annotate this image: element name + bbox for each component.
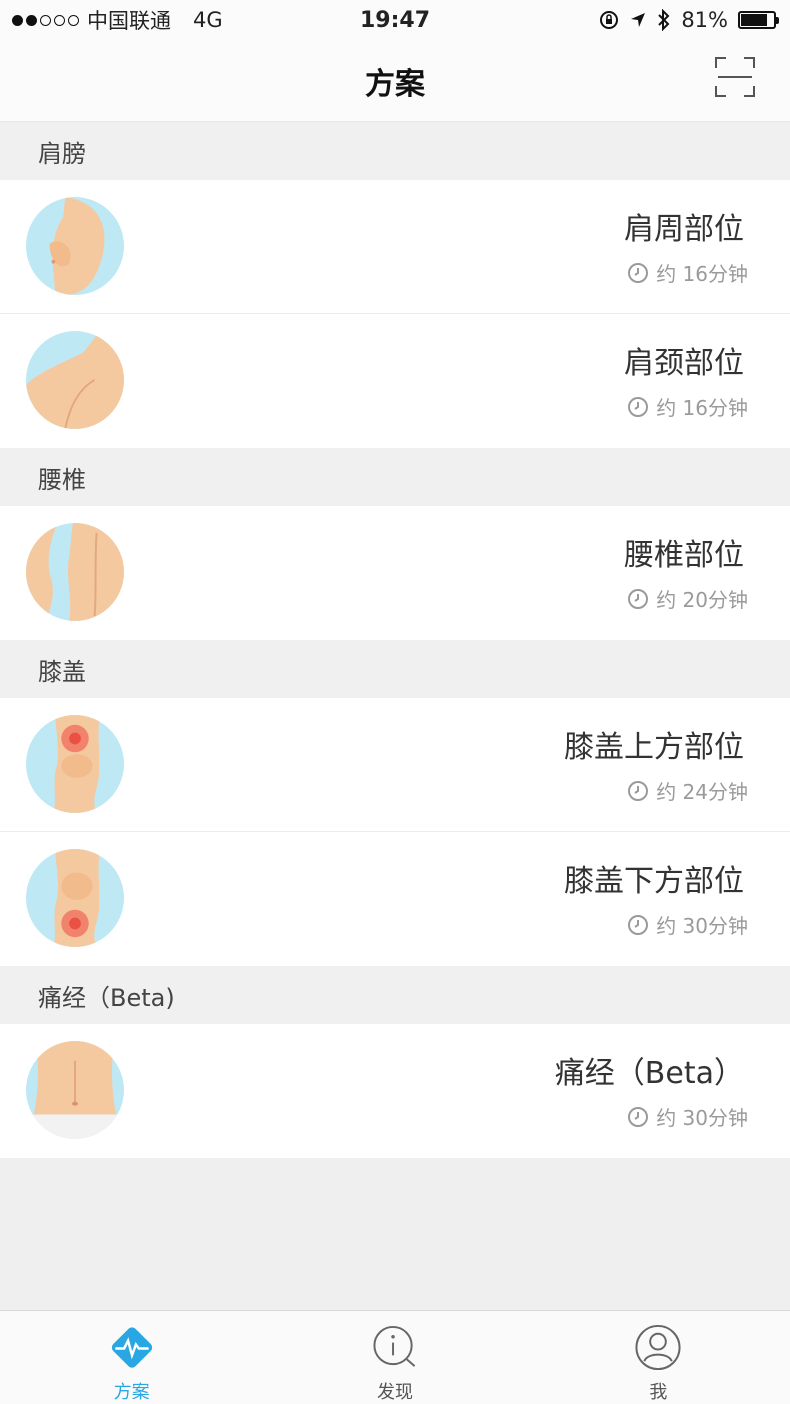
tab-me[interactable]: 我	[527, 1311, 790, 1404]
clock-icon	[628, 396, 649, 417]
duration-text: 约 16分钟	[656, 262, 748, 286]
nav-bar: 方案	[0, 40, 790, 122]
section-header: 痛经（Beta)	[0, 966, 790, 1024]
duration-text: 约 20分钟	[656, 588, 748, 612]
shoulder-back-illustration	[26, 331, 124, 429]
plan-title: 膝盖下方部位	[564, 864, 744, 899]
section-title: 膝盖	[38, 657, 86, 686]
tab-plan-label: 方案	[113, 1382, 150, 1403]
lumbar-illustration	[26, 523, 124, 621]
info-search-icon	[373, 1325, 416, 1367]
plan-duration: 约 24分钟	[626, 776, 748, 805]
tab-discover-label: 发现	[376, 1382, 413, 1403]
scan-icon[interactable]	[714, 56, 756, 98]
abdomen-illustration	[26, 1041, 124, 1139]
plan-title: 腰椎部位	[624, 538, 744, 573]
battery-percent: 81%	[681, 8, 728, 32]
signal-strength-icon	[12, 14, 79, 26]
tab-me-label: 我	[649, 1382, 668, 1403]
status-left: 中国联通 4G	[12, 5, 223, 35]
plan-duration: 约 16分钟	[626, 258, 748, 287]
knee-upper-illustration	[26, 715, 124, 813]
page-title: 方案	[365, 66, 425, 102]
plan-duration: 约 20分钟	[626, 584, 748, 613]
location-arrow-icon	[631, 13, 646, 27]
plan-title: 膝盖上方部位	[564, 730, 744, 765]
network-type: 4G	[193, 8, 223, 32]
plan-row[interactable]: 痛经（Beta） 约 30分钟	[0, 1024, 790, 1158]
section-header: 腰椎	[0, 448, 790, 506]
clock-icon	[628, 1106, 649, 1127]
plan-row[interactable]: 膝盖上方部位约 24分钟	[0, 698, 790, 832]
plan-row[interactable]: 肩颈部位约 16分钟	[0, 314, 790, 448]
plan-title: 痛经（Beta）	[554, 1056, 744, 1091]
section-header: 肩膀	[0, 122, 790, 180]
plan-duration: 约 30分钟	[626, 910, 748, 939]
plan-duration: 约 16分钟	[626, 392, 748, 421]
tab-bar: 方案 发现 我	[0, 1310, 790, 1404]
user-profile-icon	[635, 1324, 681, 1371]
tab-plan[interactable]: 方案	[0, 1311, 263, 1404]
plan-title: 肩周部位	[624, 212, 744, 247]
plan-row[interactable]: 肩周部位约 16分钟	[0, 180, 790, 314]
duration-text: 约 24分钟	[656, 780, 748, 804]
knee-lower-illustration	[26, 849, 124, 947]
plan-list: 肩膀 肩周部位约 16分钟 肩颈部位约 16分钟 腰椎 腰椎部位约 20分钟 膝盖 膝盖上方…	[0, 122, 790, 1310]
plan-row[interactable]: 膝盖下方部位约 30分钟	[0, 832, 790, 966]
status-bar: 中国联通 4G 19:47 81%	[0, 0, 790, 40]
clock-icon	[628, 914, 649, 935]
bluetooth-icon	[658, 9, 670, 31]
section-header: 膝盖	[0, 640, 790, 698]
clock-icon	[628, 588, 649, 609]
carrier-name: 中国联通	[87, 9, 171, 33]
tab-discover[interactable]: 发现	[263, 1311, 526, 1404]
section-title: 痛经（Beta)	[38, 983, 175, 1012]
duration-text: 约 30分钟	[656, 914, 748, 938]
clock-icon	[628, 780, 649, 801]
orientation-lock-icon	[600, 11, 619, 29]
plan-title: 肩颈部位	[624, 346, 744, 381]
plan-row[interactable]: 腰椎部位约 20分钟	[0, 506, 790, 640]
battery-icon	[738, 11, 779, 29]
section-title: 腰椎	[38, 465, 86, 494]
heartbeat-diamond-icon	[111, 1327, 152, 1368]
duration-text: 约 30分钟	[656, 1106, 748, 1130]
section-title: 肩膀	[38, 139, 86, 168]
shoulder-front-illustration	[26, 197, 124, 295]
status-right: 81%	[599, 8, 779, 32]
duration-text: 约 16分钟	[656, 396, 748, 420]
clock-icon	[628, 262, 649, 283]
plan-duration: 约 30分钟	[626, 1102, 748, 1131]
